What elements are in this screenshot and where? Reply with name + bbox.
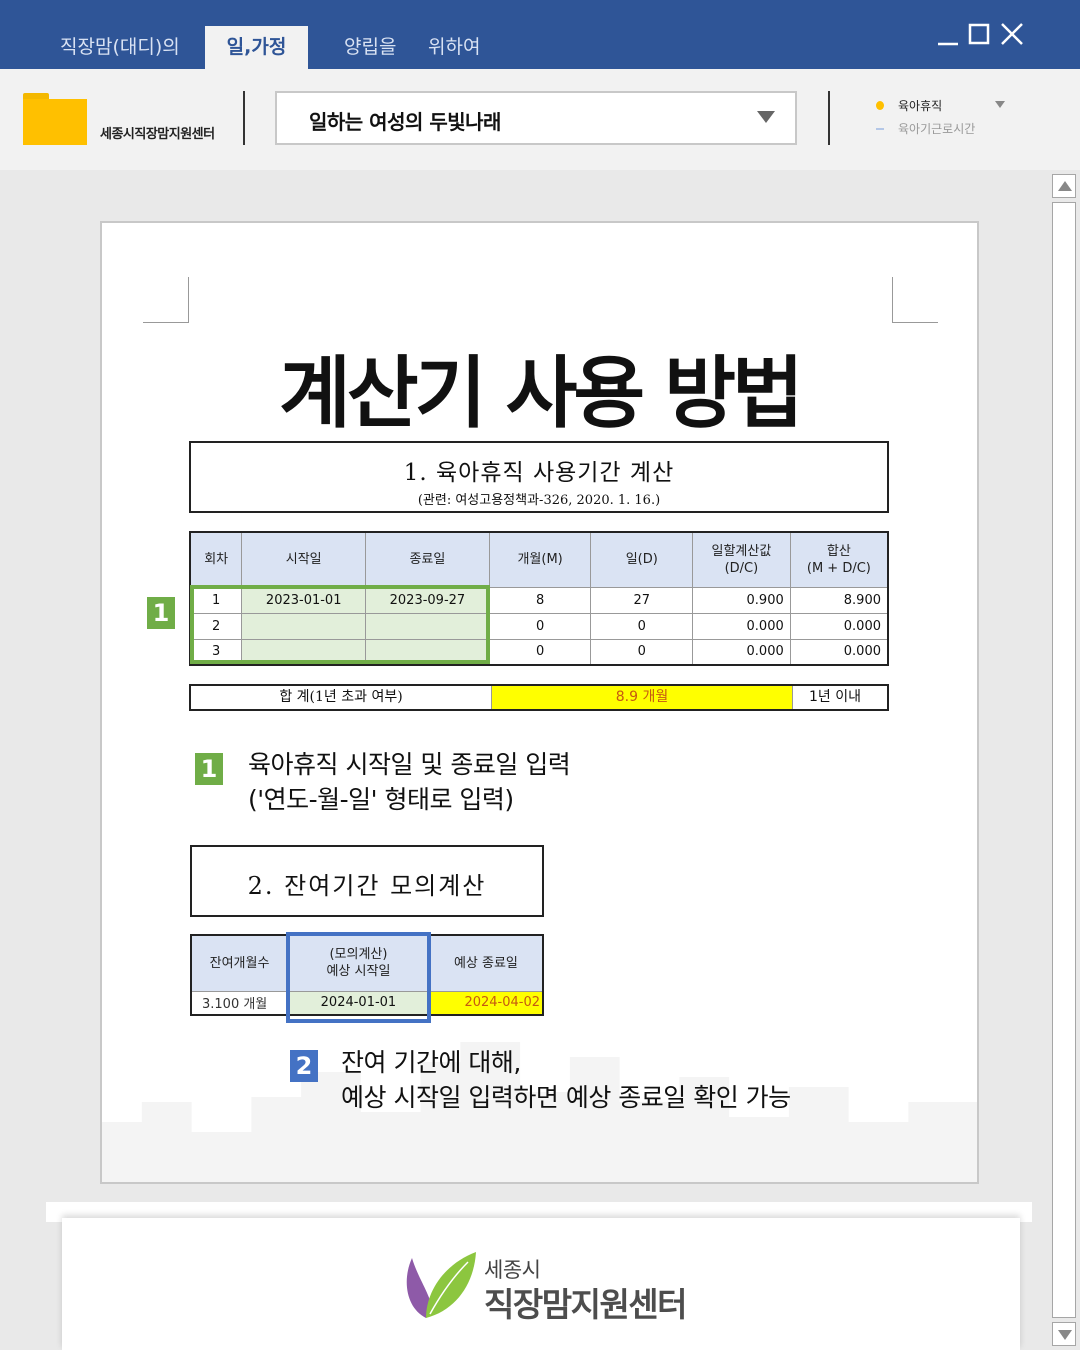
step1-line1: 육아휴직 시작일 및 종료일 입력 bbox=[248, 750, 571, 779]
scroll-up-button[interactable] bbox=[1052, 174, 1076, 198]
column-header: 잔여개월수 bbox=[190, 934, 289, 992]
days-cell: 0 bbox=[590, 638, 694, 666]
step2-line2: 예상 시작일 입력하면 예상 종료일 확인 가능 bbox=[341, 1083, 791, 1112]
sum-cell: 8.900 bbox=[789, 586, 889, 614]
options-dropdown-icon[interactable] bbox=[995, 101, 1005, 108]
step2-description: 잔여 기간에 대해, 예상 시작일 입력하면 예상 종료일 확인 가능 bbox=[341, 1045, 791, 1115]
close-icon[interactable] bbox=[1001, 23, 1023, 45]
months-cell: 0 bbox=[488, 612, 592, 640]
scroll-down-button[interactable] bbox=[1052, 1322, 1076, 1346]
input-highlight-blue bbox=[286, 932, 431, 1023]
footer: 세종시 직장맘지원센터 bbox=[62, 1218, 1020, 1350]
logo-center-name: 직장맘지원센터 bbox=[484, 1285, 688, 1324]
section2-heading: 2. 잔여기간 모의계산 bbox=[247, 872, 487, 900]
leaf-logo-icon bbox=[406, 1252, 476, 1318]
ribbon: 세종시직장맘지원센터 일하는 여성의 두빛나래 육아휴직 육아기근로시간 bbox=[0, 69, 1080, 170]
option-label: 육아기근로시간 bbox=[898, 122, 976, 136]
document-select[interactable]: 일하는 여성의 두빛나래 bbox=[275, 91, 797, 145]
chevron-down-icon[interactable] bbox=[757, 111, 775, 123]
months-cell: 0 bbox=[488, 638, 592, 666]
column-header: 개월(M) bbox=[488, 531, 592, 588]
total-label: 합 계(1년 초과 여부) bbox=[279, 689, 403, 705]
option-parental-leave[interactable]: 육아휴직 bbox=[876, 97, 942, 114]
section1-heading: 1. 육아휴직 사용기간 계산 bbox=[403, 460, 675, 486]
page-title: 계산기 사용 방법 bbox=[279, 349, 804, 439]
column-header: 회차 bbox=[189, 531, 243, 588]
remaining-months-cell: 3.100 개월 bbox=[190, 990, 289, 1016]
option-reduced-hours[interactable]: 육아기근로시간 bbox=[876, 120, 975, 137]
daily-calc-cell: 0.000 bbox=[692, 638, 791, 666]
section1-heading-box: 1. 육아휴직 사용기간 계산 (관련: 여성고용정책과-326, 2020. … bbox=[189, 441, 889, 513]
total-status: 1년 이내 bbox=[809, 689, 861, 705]
days-cell: 0 bbox=[590, 612, 694, 640]
tab-1-active[interactable]: 일,가정 bbox=[205, 26, 308, 69]
bulb-icon bbox=[876, 101, 884, 110]
sum-cell: 0.000 bbox=[789, 638, 889, 666]
maximize-icon[interactable] bbox=[968, 23, 990, 45]
folder-icon[interactable] bbox=[23, 93, 87, 145]
tab-0[interactable]: 직장맘(대디)의 bbox=[60, 26, 180, 69]
step-badge-2: 2 bbox=[290, 1050, 318, 1082]
crop-mark bbox=[892, 277, 938, 323]
daily-calc-cell: 0.000 bbox=[692, 612, 791, 640]
option-label: 육아휴직 bbox=[898, 99, 943, 113]
total-value: 8.9 개월 bbox=[491, 686, 793, 709]
column-header: 일(D) bbox=[590, 531, 694, 588]
divider bbox=[828, 91, 830, 145]
step1-description: 육아휴직 시작일 및 종료일 입력 ('연도-월-일' 형태로 입력) bbox=[248, 747, 571, 817]
column-header: 일할계산값 (D/C) bbox=[692, 531, 791, 588]
step-badge-1: 1 bbox=[147, 597, 175, 629]
tab-3[interactable]: 위하여 bbox=[428, 26, 480, 69]
title-bar: 직장맘(대디)의 일,가정 양립을 위하여 bbox=[0, 0, 1080, 69]
daily-calc-cell: 0.900 bbox=[692, 586, 791, 614]
document-page: 계산기 사용 방법 1. 육아휴직 사용기간 계산 (관련: 여성고용정책과-3… bbox=[100, 221, 979, 1184]
dash-icon bbox=[876, 128, 884, 130]
expected-end-date-cell: 2024-04-02 bbox=[428, 990, 544, 1016]
divider bbox=[243, 91, 245, 145]
scroll-track[interactable] bbox=[1052, 202, 1076, 1318]
sum-cell: 0.000 bbox=[789, 612, 889, 640]
section2-heading-box: 2. 잔여기간 모의계산 bbox=[190, 845, 544, 917]
vertical-scrollbar[interactable] bbox=[1052, 174, 1076, 1346]
column-header: 종료일 bbox=[365, 531, 490, 588]
section1-subheading: (관련: 여성고용정책과-326, 2020. 1. 16.) bbox=[417, 493, 661, 508]
window-controls bbox=[938, 23, 1023, 46]
step1-line2: ('연도-월-일' 형태로 입력) bbox=[248, 785, 514, 814]
months-cell: 8 bbox=[488, 586, 592, 614]
arrow-up-icon bbox=[1058, 181, 1072, 191]
column-header: 시작일 bbox=[241, 531, 367, 588]
arrow-down-icon bbox=[1058, 1330, 1072, 1340]
document-select-value: 일하는 여성의 두빛나래 bbox=[309, 110, 501, 134]
column-header: 합산 (M + D/C) bbox=[789, 531, 889, 588]
column-header: 예상 종료일 bbox=[428, 934, 544, 992]
crop-mark bbox=[143, 277, 189, 323]
table-header-row: 회차 시작일 종료일 개월(M) 일(D) 일할계산값 (D/C) 합산 (M … bbox=[189, 531, 889, 588]
tab-2[interactable]: 양립을 bbox=[344, 26, 396, 69]
input-highlight-green bbox=[190, 585, 490, 664]
org-name: 세종시직장맘지원센터 bbox=[100, 127, 215, 142]
step2-line1: 잔여 기간에 대해, bbox=[341, 1048, 521, 1077]
step-badge-1: 1 bbox=[195, 753, 223, 785]
total-row: 합 계(1년 초과 여부) 8.9 개월 1년 이내 bbox=[189, 684, 889, 711]
days-cell: 27 bbox=[590, 586, 694, 614]
